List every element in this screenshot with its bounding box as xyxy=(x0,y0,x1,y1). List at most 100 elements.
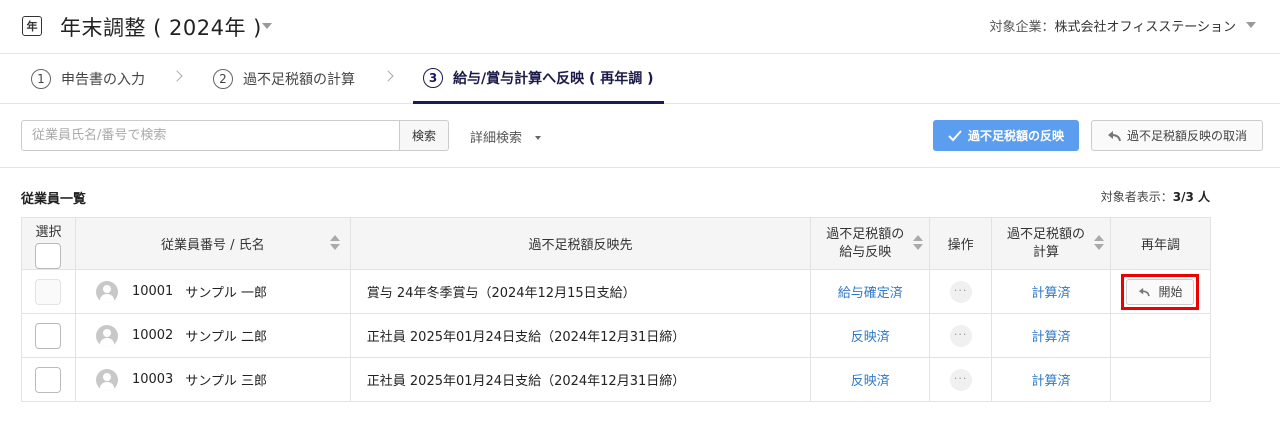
cell-salary-status: 反映済 xyxy=(810,313,931,358)
cell-destination: 正社員 2025年01月24日支給（2024年12月31日締） xyxy=(349,313,812,358)
cell-operation: ··· xyxy=(929,357,993,402)
row-checkbox xyxy=(35,278,62,305)
table-row: 10001 サンプル 一郎 賞与 24年冬季賞与（2024年12月15日支給） … xyxy=(21,269,1212,314)
avatar-icon xyxy=(95,368,118,391)
header-destination: 過不足税額反映先 xyxy=(349,217,812,270)
header-select-label: 選択 xyxy=(35,224,62,240)
salary-status-link[interactable]: 給与確定済 xyxy=(838,286,903,301)
employee-id: 10003 xyxy=(131,372,174,387)
page-title[interactable]: 年末調整 ( 2024年 ) xyxy=(60,12,262,42)
advanced-search-toggle[interactable]: 詳細検索 xyxy=(470,127,522,146)
employee-name: サンプル 一郎 xyxy=(185,286,268,301)
cell-salary-status: 給与確定済 xyxy=(810,269,931,314)
apply-tax-button[interactable]: 過不足税額の反映 xyxy=(933,120,1079,151)
cell-select xyxy=(21,269,76,314)
table-header-row: 選択 従業員番号 / 氏名 過不足税額反映先 過不足税額の 給与反映 操作 過不… xyxy=(21,217,1212,270)
header-salary-line2: 給与反映 xyxy=(839,244,892,260)
step-nav: 1 申告書の入力 2 過不足税額の計算 3 給与/賞与計算へ反映 ( 再年調 ) xyxy=(0,54,1280,104)
step-number: 2 xyxy=(213,69,233,89)
page-header: 年 年末調整 ( 2024年 ) 対象企業：株式会社オフィスステーション xyxy=(0,0,1280,54)
employee-id: 10002 xyxy=(131,328,174,343)
reply-icon xyxy=(1139,287,1151,296)
header-salary-line1: 過不足税額の xyxy=(826,226,905,242)
sort-icon[interactable] xyxy=(329,235,340,251)
cell-calc-status: 計算済 xyxy=(991,357,1111,402)
apply-tax-label: 過不足税額の反映 xyxy=(967,129,1064,143)
header-redo: 再年調 xyxy=(1109,217,1212,270)
step-label: 給与/賞与計算へ反映 ( 再年調 ) xyxy=(453,70,654,87)
header-salary-status[interactable]: 過不足税額の 給与反映 xyxy=(810,217,931,270)
select-all-checkbox[interactable] xyxy=(35,242,62,269)
header-calc-status[interactable]: 過不足税額の 計算 xyxy=(991,217,1111,270)
step-3-active[interactable]: 3 給与/賞与計算へ反映 ( 再年調 ) xyxy=(413,54,664,104)
start-redo-label: 開始 xyxy=(1158,285,1183,299)
employee-name: サンプル 二郎 xyxy=(185,330,268,345)
cell-destination: 賞与 24年冬季賞与（2024年12月15日支給） xyxy=(349,269,812,314)
cancel-apply-button[interactable]: 過不足税額反映の取消 xyxy=(1091,120,1263,151)
cell-employee: 10001 サンプル 一郎 xyxy=(74,269,351,314)
cell-redo xyxy=(1109,357,1212,402)
header-employee[interactable]: 従業員番号 / 氏名 xyxy=(74,217,351,270)
search-button[interactable]: 検索 xyxy=(399,120,449,151)
salary-status-link[interactable]: 反映済 xyxy=(851,330,890,345)
row-checkbox[interactable] xyxy=(35,366,62,393)
row-checkbox[interactable] xyxy=(35,322,62,349)
employee-table: 選択 従業員番号 / 氏名 過不足税額反映先 過不足税額の 給与反映 操作 過不… xyxy=(21,217,1212,402)
cell-redo xyxy=(1109,313,1212,358)
chevron-down-icon[interactable] xyxy=(535,136,541,140)
record-count: 対象者表示：3/3 人 xyxy=(1101,188,1210,205)
check-icon xyxy=(948,129,962,141)
chevron-right-icon xyxy=(382,70,394,82)
header-select: 選択 xyxy=(21,217,76,270)
cancel-apply-label: 過不足税額反映の取消 xyxy=(1126,129,1247,143)
sort-icon[interactable] xyxy=(1093,235,1104,251)
cell-calc-status: 計算済 xyxy=(991,269,1111,314)
calc-status-link[interactable]: 計算済 xyxy=(1032,286,1071,301)
step-number: 3 xyxy=(423,67,443,88)
cell-employee: 10003 サンプル 三郎 xyxy=(74,357,351,402)
cell-select xyxy=(21,357,76,402)
chevron-down-icon[interactable] xyxy=(262,23,272,29)
more-icon[interactable]: ··· xyxy=(949,324,972,347)
more-icon[interactable]: ··· xyxy=(949,280,972,303)
step-label: 申告書の入力 xyxy=(61,72,145,88)
reply-icon xyxy=(1107,130,1121,141)
cell-calc-status: 計算済 xyxy=(991,313,1111,358)
start-redo-button[interactable]: 開始 xyxy=(1126,278,1195,305)
calc-status-link[interactable]: 計算済 xyxy=(1032,330,1071,345)
avatar-icon xyxy=(95,324,118,347)
table-row: 10003 サンプル 三郎 正社員 2025年01月24日支給（2024年12月… xyxy=(21,357,1212,402)
company-label: 対象企業： xyxy=(989,20,1055,35)
step-number: 1 xyxy=(31,69,51,89)
cell-operation: ··· xyxy=(929,269,993,314)
cell-destination: 正社員 2025年01月24日支給（2024年12月31日締） xyxy=(349,357,812,402)
cell-redo: 開始 xyxy=(1109,269,1212,314)
sort-icon[interactable] xyxy=(913,235,924,251)
search-input[interactable] xyxy=(21,120,399,151)
table-row: 10002 サンプル 二郎 正社員 2025年01月24日支給（2024年12月… xyxy=(21,313,1212,358)
header-operation: 操作 xyxy=(929,217,993,270)
avatar-icon xyxy=(95,280,118,303)
header-employee-label: 従業員番号 / 氏名 xyxy=(161,238,265,253)
cell-employee: 10002 サンプル 二郎 xyxy=(74,313,351,358)
highlight-box: 開始 xyxy=(1121,273,1200,310)
chevron-right-icon xyxy=(171,70,183,82)
count-label: 対象者表示： xyxy=(1100,190,1173,204)
company-name: 株式会社オフィスステーション xyxy=(1054,20,1236,35)
step-1[interactable]: 1 申告書の入力 xyxy=(31,54,145,104)
section-title: 従業員一覧 xyxy=(21,192,87,207)
cell-select xyxy=(21,313,76,358)
calendar-icon: 年 xyxy=(22,16,42,36)
count-value: 3/3 人 xyxy=(1172,190,1210,204)
company-selector[interactable]: 対象企業：株式会社オフィスステーション xyxy=(990,16,1237,35)
cell-operation: ··· xyxy=(929,313,993,358)
salary-status-link[interactable]: 反映済 xyxy=(851,374,890,389)
calc-status-link[interactable]: 計算済 xyxy=(1032,374,1071,389)
header-calc-line1: 過不足税額の xyxy=(1007,226,1086,242)
more-icon[interactable]: ··· xyxy=(949,368,972,391)
step-2[interactable]: 2 過不足税額の計算 xyxy=(213,54,355,104)
toolbar: 検索 詳細検索 過不足税額の反映 過不足税額反映の取消 xyxy=(0,104,1280,168)
chevron-down-icon[interactable] xyxy=(1246,22,1256,28)
employee-name: サンプル 三郎 xyxy=(185,374,268,389)
cell-salary-status: 反映済 xyxy=(810,357,931,402)
